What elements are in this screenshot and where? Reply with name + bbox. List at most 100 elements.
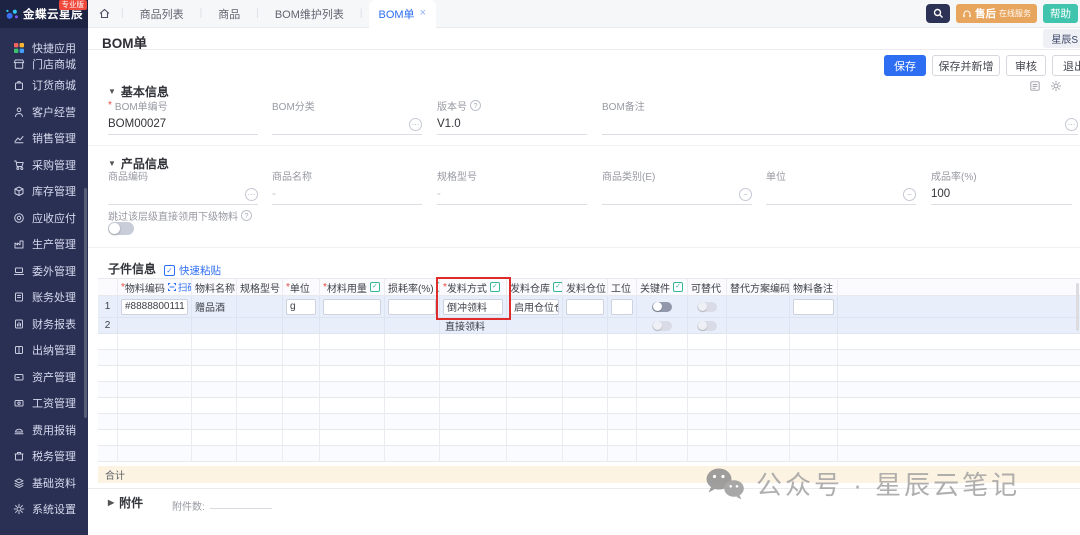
cell-usage[interactable]: [320, 334, 385, 350]
gear-icon[interactable]: [1050, 80, 1062, 92]
cell-input[interactable]: [388, 299, 436, 315]
cell-usage[interactable]: [320, 430, 385, 446]
cell-material-name[interactable]: [192, 334, 237, 350]
cell-material-code[interactable]: [118, 398, 192, 414]
help-button[interactable]: 帮助: [1043, 4, 1078, 23]
sidebar-item-库存管理[interactable]: 库存管理: [0, 178, 88, 205]
field-input[interactable]: ⋯: [602, 118, 1078, 135]
cell-material-code[interactable]: [118, 430, 192, 446]
cell-replaceable[interactable]: [688, 350, 727, 366]
cell-plan-code[interactable]: [727, 414, 790, 430]
field-input[interactable]: V1.0: [437, 118, 587, 135]
column-header-replaceable[interactable]: 可替代: [688, 278, 727, 296]
field-input[interactable]: ⋯: [272, 118, 422, 135]
toggle[interactable]: [697, 302, 717, 312]
cell-key-part[interactable]: [637, 318, 688, 334]
cell-loss-rate[interactable]: [385, 296, 440, 318]
cell-row-no[interactable]: 2: [98, 318, 118, 334]
cell-input[interactable]: 倒冲领料: [443, 299, 503, 315]
column-header-key-part[interactable]: 关键件✓: [637, 278, 688, 296]
quick-paste-button[interactable]: ✓ 快速粘贴: [164, 263, 221, 278]
cell-replaceable[interactable]: [688, 398, 727, 414]
cell-remark[interactable]: [790, 398, 838, 414]
form-template-icon[interactable]: [1029, 80, 1041, 92]
cell-warehouse[interactable]: 启用仓位仓库: [507, 296, 563, 318]
cell-remark[interactable]: [790, 414, 838, 430]
cell-input[interactable]: [323, 299, 381, 315]
cell-unit[interactable]: [283, 366, 320, 382]
cell-row-no[interactable]: [98, 334, 118, 350]
cell-material-code[interactable]: [118, 366, 192, 382]
cell-loss-rate[interactable]: [385, 414, 440, 430]
sidebar-item-财务报表[interactable]: 财务报表: [0, 311, 88, 338]
cell-usage[interactable]: [320, 296, 385, 318]
cell-input[interactable]: [793, 299, 834, 315]
column-header-issue-mode[interactable]: *发料方式✓: [440, 278, 507, 296]
cell-plan-code[interactable]: [727, 350, 790, 366]
cell-unit[interactable]: [283, 382, 320, 398]
sidebar-item-工资管理[interactable]: 工资管理: [0, 390, 88, 417]
cell-warehouse[interactable]: [507, 318, 563, 334]
save-button[interactable]: 保存: [884, 55, 926, 76]
cell-replaceable[interactable]: [688, 334, 727, 350]
cell-bin[interactable]: [563, 382, 608, 398]
cell-input[interactable]: [566, 299, 604, 315]
column-header-material-name[interactable]: 物料名称: [192, 278, 237, 296]
sidebar-item-客户经营[interactable]: 客户经营: [0, 99, 88, 126]
cell-input[interactable]: [611, 299, 633, 315]
cell-unit[interactable]: [283, 350, 320, 366]
cell-station[interactable]: [608, 446, 637, 462]
cell-input[interactable]: g: [286, 299, 316, 315]
cell-usage[interactable]: [320, 350, 385, 366]
sidebar-item-税务管理[interactable]: 税务管理: [0, 443, 88, 470]
cell-key-part[interactable]: [637, 446, 688, 462]
cell-spec[interactable]: [237, 296, 283, 318]
sidebar-item-采购管理[interactable]: 采购管理: [0, 152, 88, 179]
cell-plan-code[interactable]: [727, 334, 790, 350]
cell-station[interactable]: [608, 318, 637, 334]
ellipsis-circle-icon[interactable]: ⋯: [409, 118, 422, 131]
cell-input[interactable]: #8888800111: [121, 299, 188, 315]
help-icon[interactable]: ?: [470, 100, 481, 111]
cell-replaceable[interactable]: [688, 296, 727, 318]
cell-usage[interactable]: [320, 382, 385, 398]
cell-loss-rate[interactable]: [385, 398, 440, 414]
cell-issue-mode[interactable]: [440, 446, 507, 462]
tab-BOM单[interactable]: BOM单×: [369, 0, 437, 28]
cell-warehouse[interactable]: [507, 414, 563, 430]
cell-station[interactable]: [608, 350, 637, 366]
cell-unit[interactable]: [283, 430, 320, 446]
cell-warehouse[interactable]: [507, 382, 563, 398]
cell-material-code[interactable]: #8888800111: [118, 296, 192, 318]
home-icon[interactable]: [94, 7, 115, 20]
cell-warehouse[interactable]: [507, 366, 563, 382]
cell-bin[interactable]: [563, 446, 608, 462]
cell-station[interactable]: [608, 296, 637, 318]
search-icon[interactable]: [926, 4, 950, 23]
column-header-station[interactable]: 工位: [608, 278, 637, 296]
cell-row-no[interactable]: 1: [98, 296, 118, 318]
tab-商品[interactable]: 商品: [208, 0, 250, 28]
cell-replaceable[interactable]: [688, 318, 727, 334]
cell-plan-code[interactable]: [727, 398, 790, 414]
column-header-loss-rate[interactable]: 损耗率(%)✓: [385, 278, 440, 296]
cell-material-code[interactable]: [118, 350, 192, 366]
cell-remark[interactable]: [790, 430, 838, 446]
cell-issue-mode[interactable]: [440, 350, 507, 366]
cell-issue-mode[interactable]: [440, 414, 507, 430]
cell-plan-code[interactable]: [727, 366, 790, 382]
content-scrollbar[interactable]: [1076, 283, 1079, 331]
cell-bin[interactable]: [563, 296, 608, 318]
minus-circle-icon[interactable]: −: [903, 188, 916, 201]
sidebar-item-系统设置[interactable]: 系统设置: [0, 496, 88, 523]
cell-issue-mode[interactable]: [440, 366, 507, 382]
cell-row-no[interactable]: [98, 382, 118, 398]
field-input[interactable]: BOM00027: [108, 118, 258, 135]
column-header-unit[interactable]: *单位: [283, 278, 320, 296]
skip-level-toggle[interactable]: [108, 222, 134, 235]
cell-unit[interactable]: [283, 398, 320, 414]
attachment-section-title[interactable]: ▶ 附件: [108, 494, 143, 511]
cell-usage[interactable]: [320, 414, 385, 430]
cell-replaceable[interactable]: [688, 382, 727, 398]
sidebar-item-销售管理[interactable]: 销售管理: [0, 125, 88, 152]
